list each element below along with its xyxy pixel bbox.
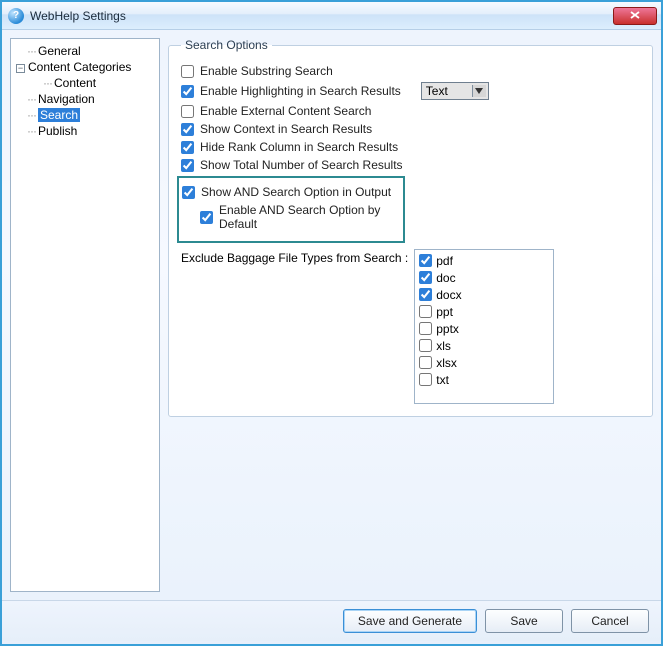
search-options-group: Search Options Enable Substring Search E… bbox=[168, 38, 653, 417]
client-area: ···General−Content Categories···Content·… bbox=[2, 30, 661, 600]
filetype-row-docx[interactable]: docx bbox=[419, 286, 549, 303]
checkbox-enable-and-default[interactable] bbox=[200, 211, 213, 224]
option-enable-substring[interactable]: Enable Substring Search bbox=[181, 64, 640, 78]
close-button[interactable] bbox=[613, 7, 657, 25]
exclude-file-list[interactable]: pdf doc docx ppt pptx xls xlsx txt bbox=[414, 249, 554, 404]
footer: Save and Generate Save Cancel bbox=[2, 600, 661, 641]
tree-connector-icon: ··· bbox=[43, 76, 52, 90]
tree-item-label: General bbox=[38, 44, 81, 58]
label-enable-substring: Enable Substring Search bbox=[200, 64, 333, 78]
tree-expander-icon[interactable]: − bbox=[16, 64, 25, 73]
filetype-checkbox-doc[interactable] bbox=[419, 271, 432, 284]
filetype-checkbox-docx[interactable] bbox=[419, 288, 432, 301]
filetype-checkbox-pptx[interactable] bbox=[419, 322, 432, 335]
filetype-label: xls bbox=[436, 339, 451, 353]
filetype-checkbox-xls[interactable] bbox=[419, 339, 432, 352]
filetype-label: txt bbox=[436, 373, 449, 387]
titlebar: ? WebHelp Settings bbox=[2, 2, 661, 30]
tree-connector-icon: ··· bbox=[27, 124, 36, 138]
app-icon: ? bbox=[8, 8, 24, 24]
filetype-label: pdf bbox=[436, 254, 453, 268]
window-title: WebHelp Settings bbox=[30, 9, 126, 23]
option-enable-and-default[interactable]: Enable AND Search Option by Default bbox=[200, 203, 397, 231]
tree-item-content-categories[interactable]: −Content Categories bbox=[13, 59, 157, 75]
filetype-row-doc[interactable]: doc bbox=[419, 269, 549, 286]
filetype-label: doc bbox=[436, 271, 455, 285]
label-enable-and-default: Enable AND Search Option by Default bbox=[219, 203, 397, 231]
group-legend: Search Options bbox=[181, 38, 272, 52]
filetype-row-txt[interactable]: txt bbox=[419, 371, 549, 388]
save-and-generate-button[interactable]: Save and Generate bbox=[343, 609, 477, 633]
checkbox-hide-rank[interactable] bbox=[181, 141, 194, 154]
tree-item-label: Content Categories bbox=[28, 60, 131, 74]
tree-connector-icon: ··· bbox=[27, 44, 36, 58]
option-enable-highlight[interactable]: Enable Highlighting in Search Results Te… bbox=[181, 82, 640, 100]
save-button[interactable]: Save bbox=[485, 609, 563, 633]
filetype-label: ppt bbox=[436, 305, 453, 319]
option-show-total[interactable]: Show Total Number of Search Results bbox=[181, 158, 640, 172]
filetype-row-xls[interactable]: xls bbox=[419, 337, 549, 354]
content-panel: Search Options Enable Substring Search E… bbox=[168, 38, 653, 592]
filetype-row-pptx[interactable]: pptx bbox=[419, 320, 549, 337]
label-hide-rank: Hide Rank Column in Search Results bbox=[200, 140, 398, 154]
tree-connector-icon: ··· bbox=[27, 108, 36, 122]
filetype-checkbox-txt[interactable] bbox=[419, 373, 432, 386]
checkbox-enable-external[interactable] bbox=[181, 105, 194, 118]
tree-item-search[interactable]: ···Search bbox=[13, 107, 157, 123]
option-show-and[interactable]: Show AND Search Option in Output bbox=[182, 185, 397, 199]
filetype-label: pptx bbox=[436, 322, 459, 336]
tree-item-label: Search bbox=[38, 108, 80, 122]
filetype-label: docx bbox=[436, 288, 461, 302]
option-show-context[interactable]: Show Context in Search Results bbox=[181, 122, 640, 136]
label-show-context: Show Context in Search Results bbox=[200, 122, 372, 136]
checkbox-enable-substring[interactable] bbox=[181, 65, 194, 78]
checkbox-show-context[interactable] bbox=[181, 123, 194, 136]
highlight-dropdown-value: Text bbox=[426, 84, 448, 98]
filetype-label: xlsx bbox=[436, 356, 457, 370]
label-enable-highlight: Enable Highlighting in Search Results bbox=[200, 84, 401, 98]
highlighted-options-box: Show AND Search Option in Output Enable … bbox=[177, 176, 405, 243]
tree-connector-icon: ··· bbox=[27, 92, 36, 106]
filetype-checkbox-pdf[interactable] bbox=[419, 254, 432, 267]
label-show-and: Show AND Search Option in Output bbox=[201, 185, 391, 199]
option-hide-rank[interactable]: Hide Rank Column in Search Results bbox=[181, 140, 640, 154]
filetype-checkbox-xlsx[interactable] bbox=[419, 356, 432, 369]
filetype-row-ppt[interactable]: ppt bbox=[419, 303, 549, 320]
cancel-button[interactable]: Cancel bbox=[571, 609, 649, 633]
nav-tree: ···General−Content Categories···Content·… bbox=[10, 38, 160, 592]
checkbox-enable-highlight[interactable] bbox=[181, 85, 194, 98]
checkbox-show-total[interactable] bbox=[181, 159, 194, 172]
tree-item-label: Publish bbox=[38, 124, 77, 138]
filetype-checkbox-ppt[interactable] bbox=[419, 305, 432, 318]
exclude-row: Exclude Baggage File Types from Search :… bbox=[181, 249, 640, 404]
option-enable-external[interactable]: Enable External Content Search bbox=[181, 104, 640, 118]
tree-item-label: Navigation bbox=[38, 92, 95, 106]
tree-item-navigation[interactable]: ···Navigation bbox=[13, 91, 157, 107]
tree-item-content-default-[interactable]: ···Content bbox=[13, 75, 157, 91]
tree-item-publish[interactable]: ···Publish bbox=[13, 123, 157, 139]
highlight-dropdown[interactable]: Text bbox=[421, 82, 489, 100]
checkbox-show-and[interactable] bbox=[182, 186, 195, 199]
tree-item-label: Content bbox=[54, 76, 96, 90]
close-icon bbox=[630, 10, 640, 22]
tree-item-general[interactable]: ···General bbox=[13, 43, 157, 59]
filetype-row-xlsx[interactable]: xlsx bbox=[419, 354, 549, 371]
filetype-row-pdf[interactable]: pdf bbox=[419, 252, 549, 269]
label-show-total: Show Total Number of Search Results bbox=[200, 158, 403, 172]
label-enable-external: Enable External Content Search bbox=[200, 104, 371, 118]
chevron-down-icon bbox=[472, 85, 486, 97]
exclude-label: Exclude Baggage File Types from Search : bbox=[181, 251, 408, 265]
